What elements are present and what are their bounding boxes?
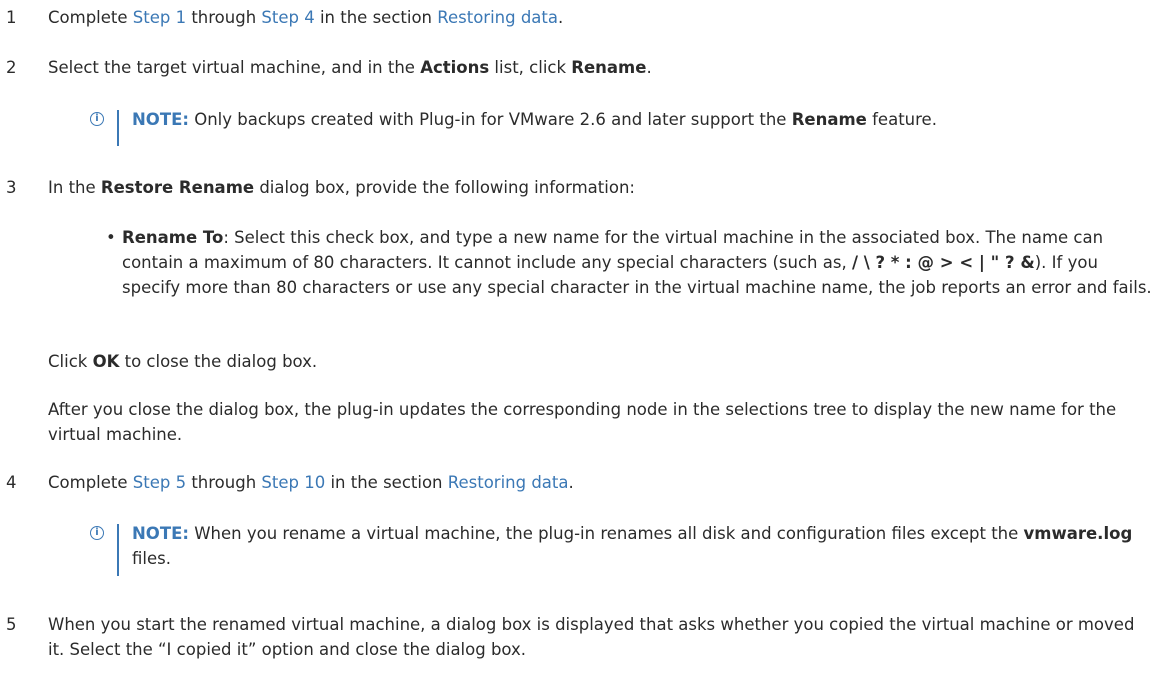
link-restoring-data[interactable]: Restoring data (448, 473, 569, 492)
step-number: 1 (6, 8, 17, 27)
link-step-5[interactable]: Step 5 (133, 473, 186, 492)
step-text: When you start the renamed virtual machi… (48, 613, 1145, 663)
text-run: Only backups created with Plug-in for VM… (188, 110, 792, 129)
note-1: i NOTE: Only backups created with Plug-i… (90, 108, 1145, 148)
info-circle-icon: i (90, 112, 104, 126)
bullet-mark: • (106, 228, 116, 247)
text-run: When you start the renamed virtual machi… (48, 615, 1135, 659)
text-run: in the section (314, 8, 438, 27)
text-run: . (646, 58, 652, 77)
text-run: through (186, 8, 262, 27)
step-number: 5 (6, 615, 17, 634)
paragraph-click-ok: Click OK to close the dialog box. (48, 350, 1145, 375)
note-label: NOTE: (132, 110, 189, 129)
text-run: dialog box, provide the following inform… (254, 178, 635, 197)
step-text: In the Restore Rename dialog box, provid… (48, 176, 1145, 201)
bold-term-rename: Rename (791, 110, 867, 129)
bold-term-ok: OK (92, 352, 120, 371)
note-text: NOTE: When you rename a virtual machine,… (132, 522, 1145, 572)
step-number: 4 (6, 473, 17, 492)
step-number: 3 (6, 178, 17, 197)
text-run: feature. (866, 110, 937, 129)
bullet-text: • Rename To: Select this check box, and t… (106, 226, 1153, 300)
text-run: . (558, 8, 564, 27)
step-number: 2 (6, 58, 17, 77)
link-step-4[interactable]: Step 4 (261, 8, 314, 27)
step-text: Select the target virtual machine, and i… (48, 56, 1145, 81)
text-run: files. (132, 548, 171, 568)
link-restoring-data[interactable]: Restoring data (437, 8, 558, 27)
bold-term-rename: Rename (571, 58, 647, 77)
text-run: Complete (48, 8, 133, 27)
note-divider (117, 110, 119, 146)
bold-term-rename-to: Rename To (122, 228, 224, 247)
text-run: list, click (489, 58, 572, 77)
step-text: Complete Step 1 through Step 4 in the se… (48, 6, 1145, 31)
note-text: NOTE: Only backups created with Plug-in … (132, 108, 1145, 133)
note-label: NOTE: (132, 524, 189, 543)
text-run: in the section (325, 473, 448, 492)
text-run: Select the target virtual machine, and i… (48, 58, 421, 77)
text-run: In the (48, 178, 101, 197)
document-page: 1 Complete Step 1 through Step 4 in the … (0, 0, 1169, 673)
step-text: Complete Step 5 through Step 10 in the s… (48, 471, 1145, 496)
text-run: Complete (48, 473, 133, 492)
text-run: through (186, 473, 262, 492)
note-2: i NOTE: When you rename a virtual machin… (90, 522, 1145, 582)
note-divider (117, 524, 119, 576)
bold-term-vmware-log: vmware.log (1023, 524, 1133, 543)
link-step-10[interactable]: Step 10 (261, 473, 325, 492)
text-run: . (568, 473, 574, 492)
text-run: When you rename a virtual machine, the p… (188, 524, 1024, 543)
text-run: to close the dialog box. (119, 352, 318, 371)
info-circle-icon: i (90, 526, 104, 540)
bold-term-actions: Actions (420, 58, 490, 77)
link-step-1[interactable]: Step 1 (133, 8, 186, 27)
bold-term-restore-rename: Restore Rename (100, 178, 255, 197)
text-run: Click (48, 352, 93, 371)
text-run: After you close the dialog box, the plug… (48, 400, 1117, 444)
paragraph-after-close: After you close the dialog box, the plug… (48, 398, 1145, 448)
special-characters: / \ ? * : @ > < | " ? & (851, 252, 1035, 272)
